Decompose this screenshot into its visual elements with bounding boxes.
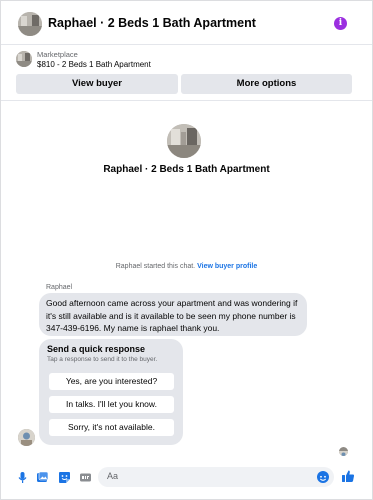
chat-header: Raphael · 2 Beds 1 Bath Apartment i: [1, 1, 372, 45]
marketplace-label: Marketplace: [37, 50, 78, 59]
quick-response-option[interactable]: Sorry, it's not available.: [49, 419, 174, 436]
message-composer: Aa: [1, 463, 372, 493]
message-bubble: Good afternoon came across your apartmen…: [39, 293, 307, 336]
quick-response-option[interactable]: Yes, are you interested?: [49, 373, 174, 390]
listing-thumbnail: [16, 51, 32, 67]
quick-response-subtitle: Tap a response to send it to the buyer.: [47, 356, 158, 363]
chat-window: Raphael · 2 Beds 1 Bath Apartment i Mark…: [0, 0, 373, 500]
sender-name: Raphael: [46, 284, 73, 291]
quick-response-title: Send a quick response: [47, 344, 146, 354]
emoji-icon[interactable]: [317, 471, 329, 483]
view-buyer-button[interactable]: View buyer: [16, 74, 178, 94]
message-input[interactable]: Aa: [98, 467, 334, 487]
listing-photo: [167, 124, 201, 158]
quick-response-card: Send a quick response Tap a response to …: [39, 339, 183, 445]
seen-indicator-avatar: [339, 447, 348, 456]
message-input-placeholder: Aa: [107, 471, 119, 481]
view-buyer-profile-link[interactable]: View buyer profile: [197, 263, 257, 270]
gif-icon[interactable]: [79, 471, 92, 484]
microphone-icon[interactable]: [16, 471, 29, 484]
marketplace-listing-bar: Marketplace $810 - 2 Beds 1 Bath Apartme…: [1, 45, 372, 101]
info-icon[interactable]: i: [334, 17, 347, 30]
more-options-button[interactable]: More options: [181, 74, 352, 94]
listing-price-title[interactable]: $810 - 2 Beds 1 Bath Apartment: [37, 60, 151, 69]
thumbs-up-icon[interactable]: [341, 469, 355, 483]
chat-started-notice: Raphael started this chat. View buyer pr…: [1, 263, 372, 270]
sticker-icon[interactable]: [58, 471, 71, 484]
photo-icon[interactable]: [36, 471, 49, 484]
conversation-title[interactable]: Raphael · 2 Beds 1 Bath Apartment: [48, 16, 256, 30]
chat-intro-title: Raphael · 2 Beds 1 Bath Apartment: [103, 164, 270, 175]
chat-started-text: Raphael started this chat.: [115, 263, 196, 270]
sender-avatar[interactable]: [18, 429, 35, 446]
listing-avatar[interactable]: [18, 12, 42, 36]
quick-response-option[interactable]: In talks. I'll let you know.: [49, 396, 174, 413]
